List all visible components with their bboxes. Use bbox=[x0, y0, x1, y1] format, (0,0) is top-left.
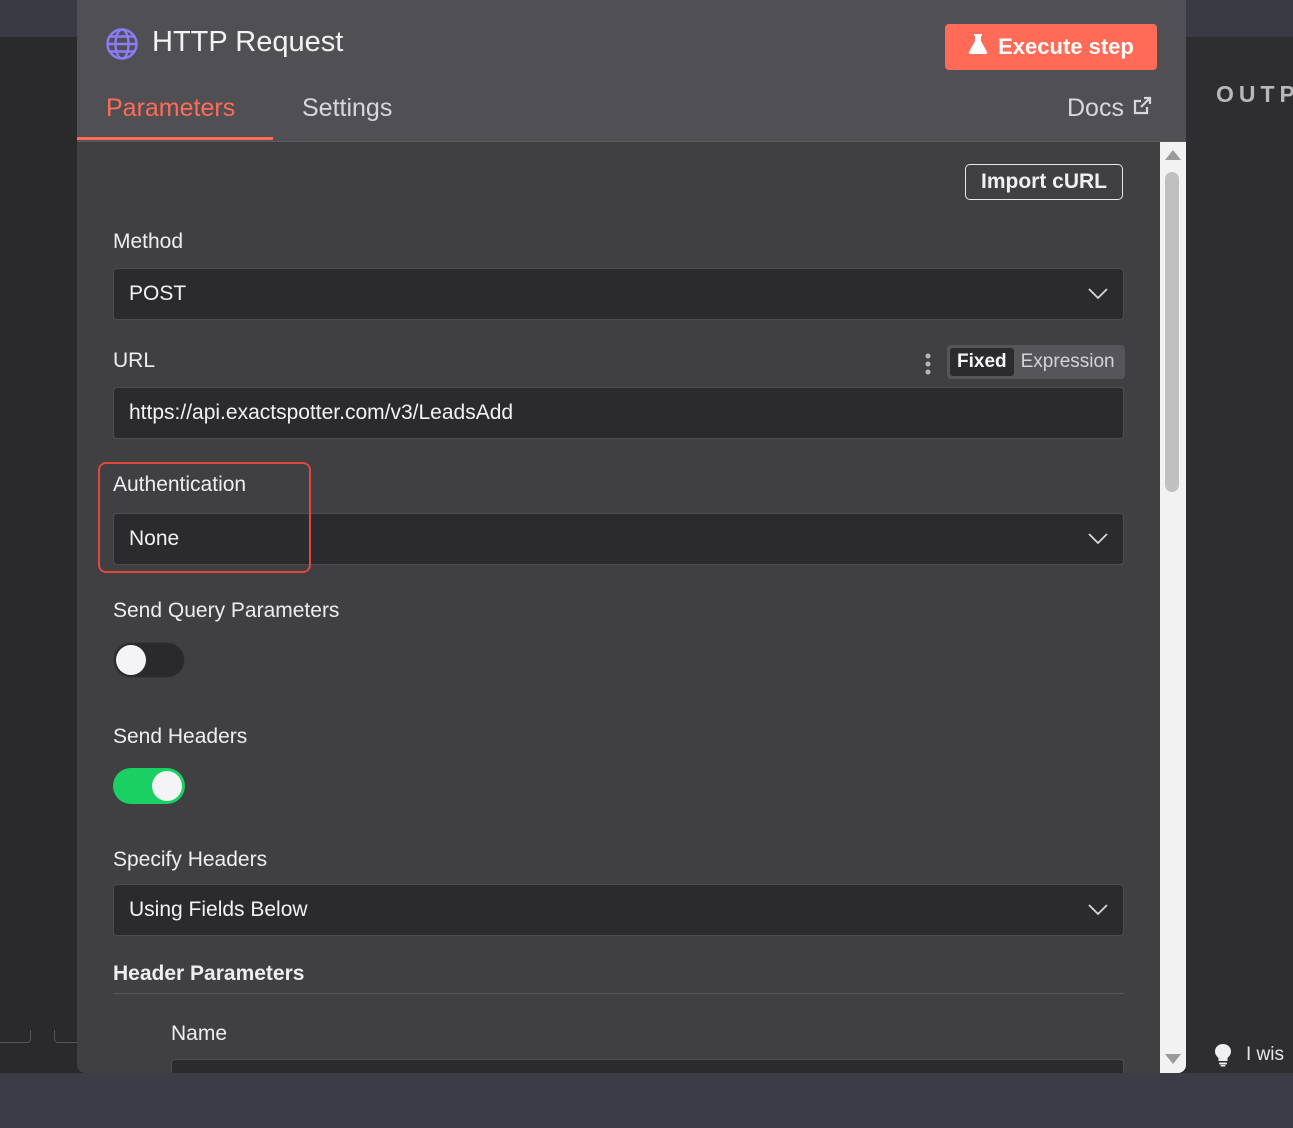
canvas-bottom-bar bbox=[0, 1073, 1293, 1128]
dialog-header: HTTP Request Execute step Parameters Set… bbox=[77, 0, 1186, 142]
scroll-up-arrow[interactable] bbox=[1165, 150, 1181, 160]
specify-headers-value: Using Fields Below bbox=[129, 898, 308, 921]
scrollbar[interactable] bbox=[1160, 142, 1186, 1073]
more-options-icon[interactable] bbox=[923, 352, 933, 376]
import-curl-button[interactable]: Import cURL bbox=[965, 164, 1123, 200]
chevron-down-icon bbox=[1088, 527, 1108, 551]
tab-settings[interactable]: Settings bbox=[302, 94, 392, 123]
method-value: POST bbox=[129, 282, 187, 305]
execute-step-button[interactable]: Execute step bbox=[945, 24, 1157, 70]
authentication-label: Authentication bbox=[113, 473, 247, 496]
authentication-value: None bbox=[129, 527, 180, 550]
docs-label: Docs bbox=[1067, 94, 1124, 122]
tip-text: I wis bbox=[1246, 1044, 1284, 1065]
scroll-down-arrow[interactable] bbox=[1165, 1054, 1181, 1064]
mode-expression-option[interactable]: Expression bbox=[1014, 348, 1122, 376]
header-name-label: Name bbox=[171, 1022, 228, 1045]
mode-fixed-option[interactable]: Fixed bbox=[950, 348, 1014, 376]
method-label: Method bbox=[113, 230, 184, 253]
chevron-down-icon bbox=[1088, 898, 1108, 922]
send-query-parameters-label: Send Query Parameters bbox=[113, 599, 340, 622]
specify-headers-select[interactable]: Using Fields Below bbox=[113, 884, 1124, 936]
node-settings-dialog: HTTP Request Execute step Parameters Set… bbox=[77, 0, 1186, 1073]
method-select[interactable]: POST bbox=[113, 268, 1124, 320]
docs-link[interactable]: Docs bbox=[1067, 94, 1152, 123]
globe-icon bbox=[105, 27, 139, 61]
specify-headers-label: Specify Headers bbox=[113, 848, 268, 871]
scrollbar-thumb[interactable] bbox=[1165, 172, 1179, 492]
fixed-expression-toggle: Fixed Expression bbox=[947, 345, 1125, 379]
canvas-node-edge bbox=[0, 1030, 31, 1043]
authentication-select[interactable]: None bbox=[113, 513, 1124, 565]
output-panel-title: OUTP bbox=[1216, 81, 1293, 107]
active-tab-indicator bbox=[77, 137, 273, 140]
chevron-down-icon bbox=[1088, 282, 1108, 306]
external-link-icon bbox=[1132, 94, 1152, 123]
url-input[interactable]: https://api.exactspotter.com/v3/LeadsAdd bbox=[113, 387, 1124, 439]
flask-icon bbox=[968, 33, 988, 61]
send-query-parameters-toggle[interactable] bbox=[113, 642, 185, 678]
tip-banner: I wis bbox=[1214, 1043, 1284, 1067]
send-headers-label: Send Headers bbox=[113, 725, 248, 748]
send-headers-toggle[interactable] bbox=[113, 768, 185, 804]
lightbulb-icon bbox=[1214, 1043, 1232, 1067]
canvas-node-edge bbox=[54, 1030, 77, 1043]
output-panel: OUTP bbox=[1186, 37, 1293, 1073]
url-label: URL bbox=[113, 349, 156, 372]
url-value: https://api.exactspotter.com/v3/LeadsAdd bbox=[129, 401, 514, 424]
parameters-panel: Import cURL Method POST URL Fixed Expres… bbox=[77, 142, 1160, 1073]
tab-parameters[interactable]: Parameters bbox=[106, 94, 235, 123]
toggle-knob bbox=[152, 771, 182, 801]
dialog-title: HTTP Request bbox=[152, 26, 344, 58]
toggle-knob bbox=[116, 645, 146, 675]
header-parameters-heading: Header Parameters bbox=[113, 962, 305, 985]
header-name-input[interactable] bbox=[171, 1059, 1124, 1073]
section-divider bbox=[113, 993, 1124, 994]
execute-step-label: Execute step bbox=[998, 34, 1134, 59]
workflow-canvas: OUTP I wis HTTP Request Execute step Par… bbox=[0, 0, 1293, 1128]
